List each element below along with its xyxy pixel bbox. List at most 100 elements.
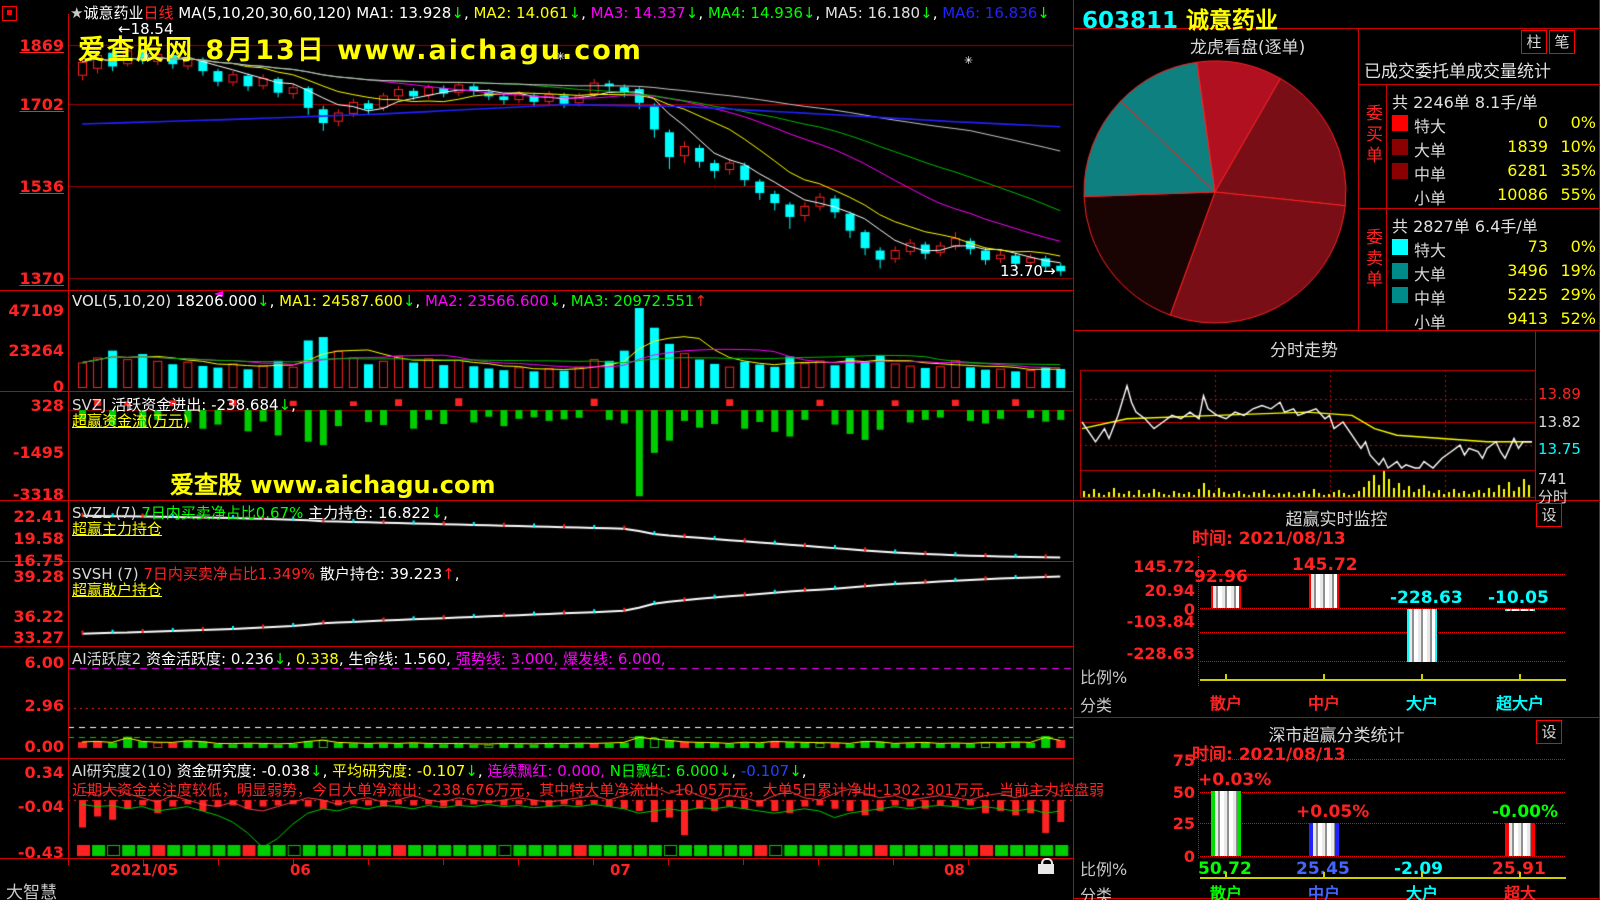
sz-bar [1211,791,1241,856]
sz-bar-pct: -0.00% [1492,802,1558,822]
y-tick: 33.27 [0,628,64,647]
divider [0,391,1073,392]
divider [0,500,1073,501]
divider [0,758,1073,759]
monitor-category: 大户 [1406,690,1438,714]
date-label: 2021/05 [110,861,178,879]
sz-bar-pct: +0.05% [1296,802,1369,822]
kline-title: ★诚意药业日线 MA(5,10,20,30,60,120) MA1: 13.92… [70,2,1050,23]
sz-y-tick: 0 [1140,847,1195,866]
monitor-bar-value: -228.63 [1390,588,1463,608]
y-tick: 1370 [0,269,64,288]
order-row-cell: 10086 [1460,185,1548,204]
sz-y-tick: 25 [1140,814,1195,833]
swatch-icon [1392,115,1408,131]
last-price-label: 13.70→ [1000,262,1056,280]
order-row-cell: 73 [1460,237,1548,256]
y-tick: 23264 [0,341,64,360]
stock-code: 603811 [1082,8,1178,34]
order-row-cell: 1839 [1460,137,1548,156]
sz-bar-pct: +0.03% [1198,770,1271,790]
order-row-cell: 55% [1550,185,1596,204]
monitor-bar [1211,586,1241,608]
monitor-bar [1505,609,1535,611]
sz-y-tick: 50 [1140,783,1195,802]
panel-divider [1073,0,1074,900]
order-row-cell: 10% [1550,137,1596,156]
order-row-cell: 29% [1550,285,1596,304]
date-ticks [68,859,1073,865]
table-divider [1386,84,1387,330]
monitor-bar-value: -10.05 [1488,588,1549,608]
snapshot-icon[interactable] [2,6,17,21]
y-tick: 36.22 [0,607,64,626]
bar-mode-button[interactable]: 柱 [1521,30,1547,54]
date-label: 06 [290,861,311,879]
order-pie-chart [1078,48,1360,333]
divider [1073,500,1600,501]
monitor-category: 散户 [1210,690,1242,714]
sz-cat-label: 分类 [1080,882,1112,900]
swatch-icon [1392,163,1408,179]
monitor-cat-label: 分类 [1080,692,1112,716]
monitor-bar-value: 145.72 [1292,555,1358,575]
sz-ratio-label: 比例% [1080,856,1127,880]
pen-mode-button[interactable]: 笔 [1549,30,1575,54]
monitor-time: 时间: 2021/08/13 [1192,524,1346,549]
minute-price-label: 13.75 [1538,440,1581,458]
grid-line [1200,632,1565,633]
monitor-baseline [1200,679,1566,681]
grid-line [1200,574,1565,575]
ai-research-title: AI研究度2(10) 资金研究度: -0.038↓, 平均研究度: -0.107… [72,760,807,781]
order-row-cell: 3496 [1460,261,1548,280]
grid-line [1200,759,1565,760]
y-tick: 6.00 [0,653,64,672]
stock-name: 诚意药业 [1186,8,1278,34]
monitor-category: 中户 [1308,690,1340,714]
date-label: 07 [610,861,631,879]
y-tick: 328 [0,396,64,415]
sell-side-label: 委卖单 [1360,228,1385,291]
monitor-bar [1407,609,1437,662]
order-row-cell: 19% [1550,261,1596,280]
star-marker: ✳ [142,50,151,63]
sell-group-header: 共 2827单 6.4手/单 [1392,213,1538,237]
sz-time: 时间: 2021/08/13 [1192,740,1346,765]
order-row-cell: 0% [1550,113,1596,132]
star-marker: ✳ [964,54,973,67]
sz-category: 大户 [1406,880,1438,900]
divider [1073,717,1600,718]
brand-label: 大智慧 [6,878,57,900]
swatch-icon [1392,239,1408,255]
svzl-sublabel: 超赢主力持仓 [72,518,162,539]
stock-header: 603811 诚意药业 [1082,1,1278,35]
minute-chart[interactable] [1080,356,1536,500]
divider [0,646,1073,647]
volume-title: VOL(5,10,20) 18206.000↓, MA1: 24587.600↓… [72,292,707,310]
sz-bar-value: -2.09 [1394,859,1443,879]
watermark-mid: 爱查股 www.aichagu.com [170,465,496,500]
order-row-cell: 6281 [1460,161,1548,180]
monitor-bar [1309,574,1339,608]
swatch-icon [1392,263,1408,279]
buy-group-header: 共 2246单 8.1手/单 [1392,89,1538,113]
svzj-sublabel: 超赢资金流(万元) [72,410,189,431]
sz-baseline [1200,877,1566,879]
sz-y-tick: 75 [1140,751,1195,770]
y-tick: -0.43 [0,843,64,862]
ai-research-summary: 近期大资金关注度较低，明显弱势，今日大单净流出: -238.676万元，其中特大… [72,779,1104,800]
monitor-bar-value: 92.96 [1194,567,1248,587]
sz-category: 超大 [1504,880,1536,900]
sz-settings-button[interactable]: 设 [1536,720,1562,744]
sz-bar [1309,823,1339,856]
monitor-settings-button[interactable]: 设 [1536,503,1562,527]
grid-line [1200,792,1565,793]
order-row-cell: 0% [1550,237,1596,256]
divider [1358,84,1600,85]
date-label: 08 [944,861,965,879]
y-tick: 39.28 [0,567,64,586]
minute-price-label: 13.82 [1538,413,1581,431]
order-stats-title: 已成交委托单成交量统计 [1364,57,1551,82]
monitor-y-tick: -103.84 [1110,612,1195,631]
sz-bar [1505,823,1535,856]
